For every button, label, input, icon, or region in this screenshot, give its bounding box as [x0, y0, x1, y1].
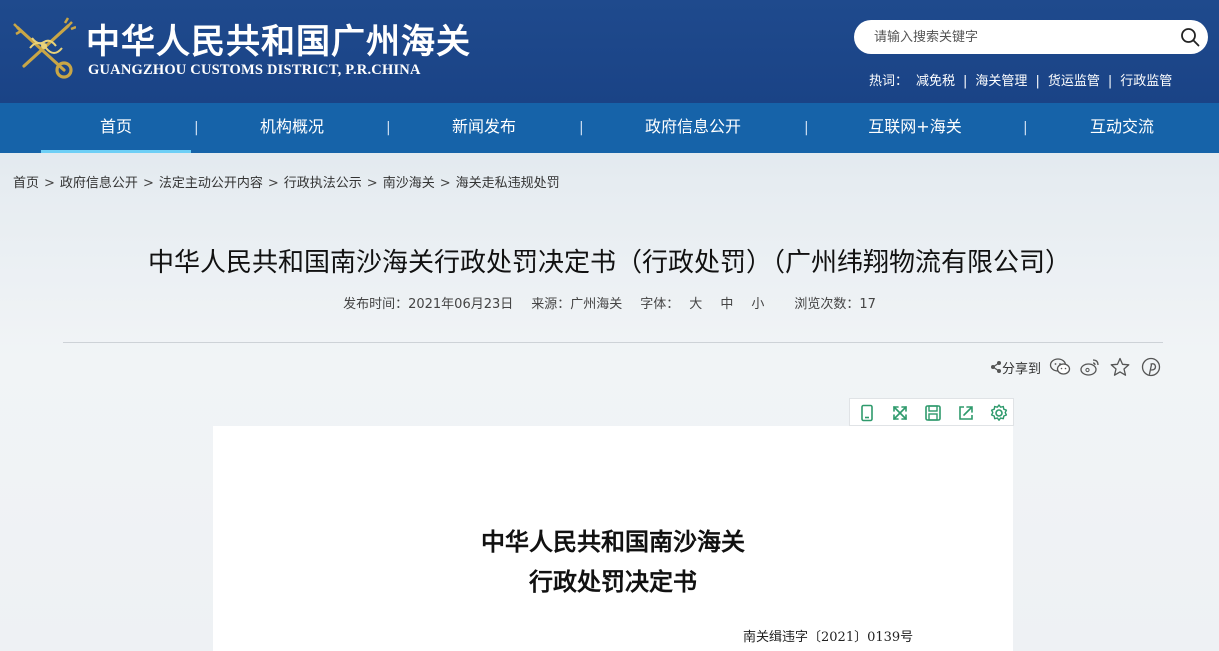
settings-icon[interactable] — [988, 402, 1010, 424]
hotword-link[interactable]: 减免税 — [916, 70, 955, 89]
hotword-separator: | — [963, 74, 968, 89]
nav-separator: | — [804, 120, 809, 136]
breadcrumb-separator: > — [44, 176, 55, 191]
hotword-link[interactable]: 行政监管 — [1120, 70, 1172, 89]
hotwords-bar: 热词： 减免税 | 海关管理 | 货运监管 | 行政监管 — [869, 70, 1172, 89]
breadcrumb-item[interactable]: 首页 — [13, 176, 39, 191]
export-icon[interactable] — [955, 402, 977, 424]
nav-item-interaction[interactable]: 互动交流 — [1047, 103, 1197, 153]
nav-separator: | — [1023, 120, 1028, 136]
search-input[interactable] — [874, 28, 1164, 46]
share-bar: 分享到 — [990, 356, 1162, 378]
article-source: 来源：广州海关 — [531, 297, 623, 312]
fullscreen-icon[interactable] — [889, 402, 911, 424]
doc-number: 南关缉违字〔2021〕0139号 — [743, 630, 914, 645]
site-subtitle: GUANGZHOU CUSTOMS DISTRICT, P.R.CHINA — [88, 62, 421, 78]
article-meta: 发布时间：2021年06月23日 来源：广州海关 字体： 大 中 小 浏览次数：17 — [0, 293, 1219, 312]
breadcrumb-separator: > — [439, 176, 451, 191]
site-title[interactable]: 中华人民共和国广州海关 — [86, 14, 471, 63]
nav-item-news[interactable]: 新闻发布 — [409, 103, 559, 153]
view-count: 浏览次数：17 — [794, 297, 876, 312]
breadcrumb-separator: > — [142, 176, 154, 191]
font-size-label: 字体： — [640, 297, 680, 312]
hotwords-label: 热词： — [869, 74, 909, 89]
weibo-icon[interactable] — [1079, 356, 1101, 378]
share-label: 分享到 — [1002, 361, 1042, 377]
doc-heading-line2: 行政处罚决定书 — [529, 567, 697, 596]
wechat-icon[interactable] — [1049, 356, 1071, 378]
font-size-small-button[interactable]: 小 — [751, 297, 764, 312]
breadcrumb-item[interactable]: 海关走私违规处罚 — [456, 176, 560, 191]
nav-separator: | — [579, 120, 584, 136]
nav-separator: | — [386, 120, 391, 136]
nav-item-gov-info[interactable]: 政府信息公开 — [618, 103, 768, 153]
font-size-large-button[interactable]: 大 — [689, 297, 702, 312]
customs-emblem-icon[interactable] — [12, 14, 76, 80]
pinterest-icon[interactable] — [1140, 356, 1162, 378]
hotword-separator: | — [1035, 74, 1040, 89]
publish-date: 发布时间：2021年06月23日 — [343, 297, 514, 312]
nav-item-about[interactable]: 机构概况 — [217, 103, 367, 153]
hotword-separator: | — [1107, 74, 1113, 89]
article-divider — [63, 342, 1163, 343]
favorite-star-icon[interactable] — [1109, 356, 1131, 378]
hotword-link[interactable]: 货运监管 — [1048, 70, 1100, 89]
hotword-link[interactable]: 海关管理 — [975, 70, 1027, 89]
article-title: 中华人民共和国南沙海关行政处罚决定书（行政处罚）（广州纬翔物流有限公司） — [147, 248, 1071, 278]
doc-heading-line1: 中华人民共和国南沙海关 — [481, 527, 745, 556]
doc-viewer-toolbar — [849, 398, 1014, 426]
save-icon[interactable] — [922, 402, 944, 424]
nav-item-internet-customs[interactable]: 互联网+海关 — [840, 103, 990, 153]
search-box — [854, 20, 1208, 54]
breadcrumb-separator: > — [366, 176, 378, 191]
breadcrumb-item[interactable]: 政府信息公开 — [60, 176, 138, 191]
font-size-medium-button[interactable]: 中 — [720, 297, 733, 312]
breadcrumb-item[interactable]: 法定主动公开内容 — [159, 176, 263, 191]
site-header: 中华人民共和国广州海关 GUANGZHOU CUSTOMS DISTRICT, … — [0, 0, 1219, 103]
breadcrumb: 首页 > 政府信息公开 > 法定主动公开内容 > 行政执法公示 > 南沙海关 > 海关走私违规处罚 — [13, 172, 560, 191]
search-icon[interactable] — [1180, 27, 1200, 47]
breadcrumb-item[interactable]: 行政执法公示 — [284, 176, 362, 191]
document-page: 中华人民共和国南沙海关 行政处罚决定书 南关缉违字〔2021〕0139号 — [213, 426, 1013, 651]
share-nodes-icon — [991, 361, 1001, 373]
main-nav: 首页 | 机构概况 | 新闻发布 | 政府信息公开 | 互联网+海关 | 互动交… — [0, 103, 1219, 153]
single-page-icon[interactable] — [856, 402, 878, 424]
breadcrumb-item[interactable]: 南沙海关 — [383, 176, 435, 191]
nav-separator: | — [194, 120, 199, 136]
breadcrumb-separator: > — [267, 176, 279, 191]
nav-item-home[interactable]: 首页 — [41, 103, 191, 153]
